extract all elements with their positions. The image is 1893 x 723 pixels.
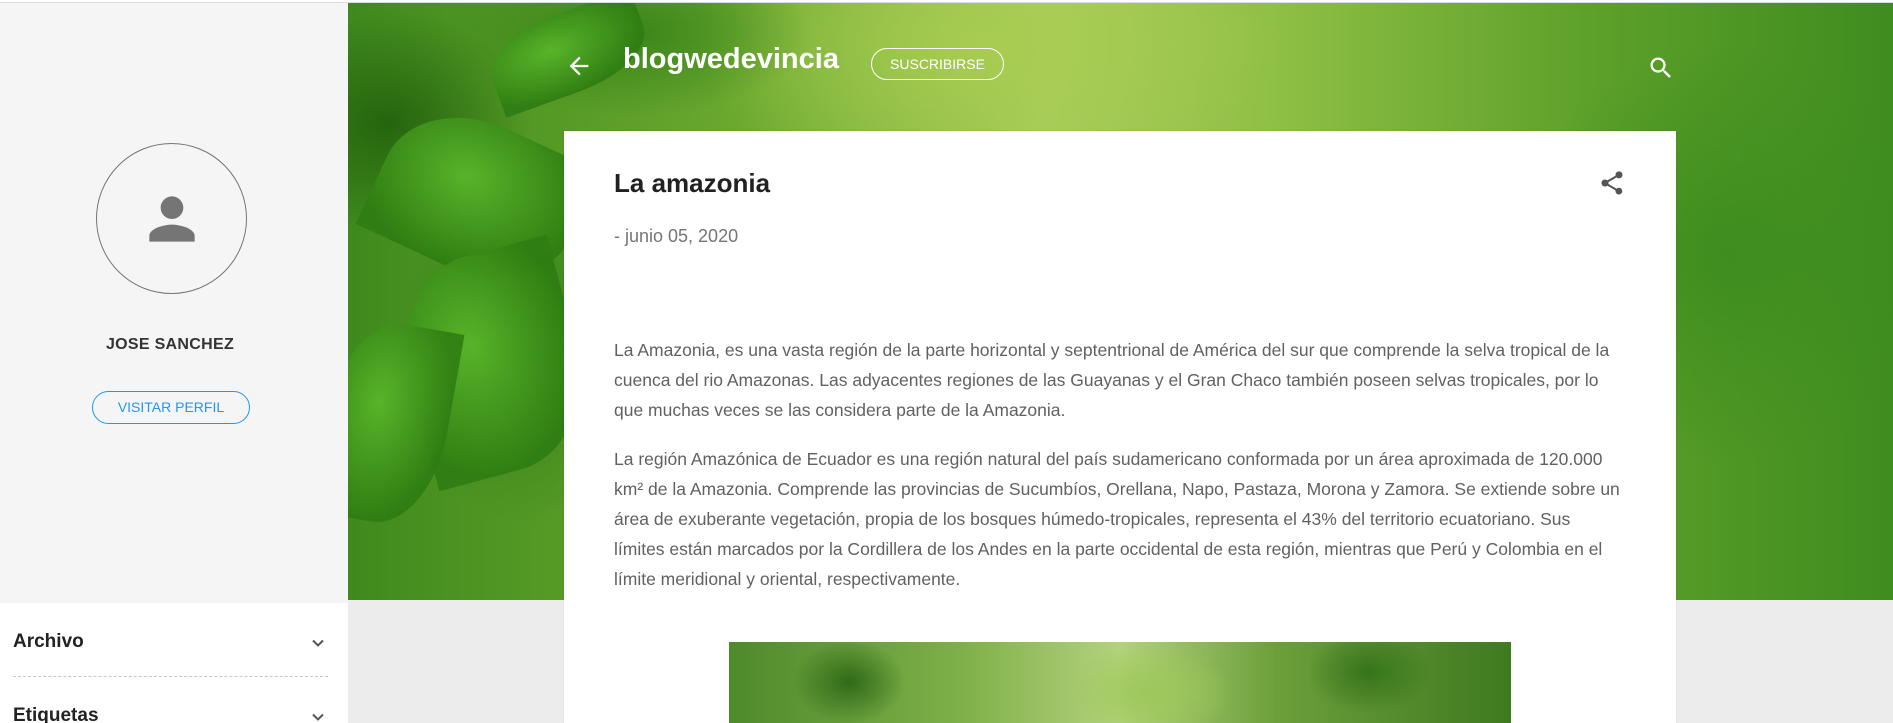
profile-name: JOSE SANCHEZ [105, 336, 235, 353]
back-button[interactable] [565, 52, 593, 85]
visit-profile-button[interactable]: VISITAR PERFIL [92, 391, 250, 424]
blog-title[interactable]: blogwedevincia [623, 43, 839, 76]
archive-widget[interactable]: Archivo [13, 607, 328, 677]
post-date[interactable]: - junio 05, 2020 [614, 226, 738, 247]
post-paragraph: La Amazonia, es una vasta región de la p… [614, 340, 1610, 420]
profile-section: JOSE SANCHEZ VISITAR PERFIL [0, 3, 348, 603]
subscribe-button[interactable]: SUSCRIBIRSE [871, 48, 1004, 80]
share-button[interactable] [1598, 169, 1626, 202]
search-button[interactable] [1647, 54, 1675, 87]
arrow-back-icon [569, 56, 589, 76]
archive-widget-title: Archivo [13, 631, 84, 652]
chevron-down-icon [312, 639, 324, 647]
labels-widget-title: Etiquetas [13, 705, 99, 723]
search-icon [1650, 57, 1671, 78]
top-border [0, 0, 1893, 3]
post-title[interactable]: La amazonia [614, 168, 770, 199]
labels-widget[interactable]: Etiquetas [13, 681, 328, 723]
share-icon [1601, 171, 1623, 195]
post-body: La Amazonia, es una vasta región de la p… [614, 335, 1624, 613]
post-paragraph: La región Amazónica de Ecuador es una re… [614, 449, 1620, 589]
leaf-decoration [348, 314, 465, 532]
avatar [96, 143, 247, 294]
post-image[interactable] [729, 642, 1511, 723]
post-card: La amazonia - junio 05, 2020 La Amazonia… [564, 131, 1676, 723]
person-icon [149, 196, 195, 242]
chevron-down-icon [312, 713, 324, 721]
